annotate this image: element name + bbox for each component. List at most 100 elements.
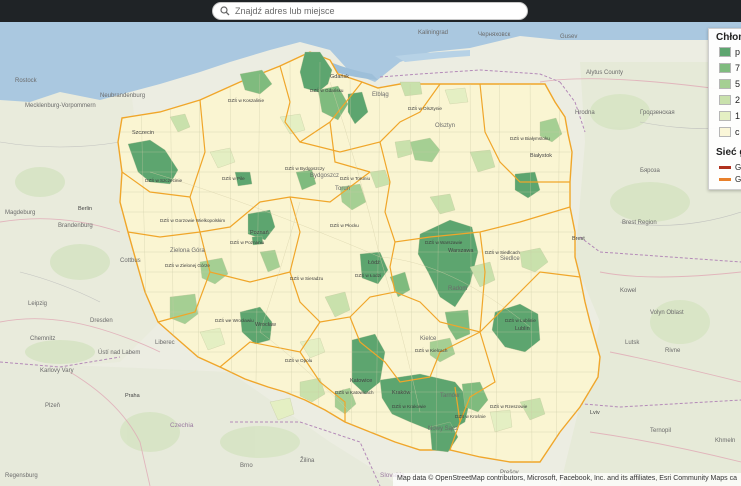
search-box[interactable] bbox=[212, 2, 528, 20]
district-label: DZŚ w Gorzowie Wielkopolskim bbox=[160, 216, 225, 223]
map-label: Czechia bbox=[170, 422, 194, 429]
district-label: DZŚ w Zielonej Górze bbox=[165, 261, 210, 268]
legend-swatch bbox=[719, 127, 731, 137]
legend-item-label: 5 bbox=[735, 79, 741, 89]
map-label: Łódź bbox=[368, 260, 380, 266]
map-label: Cottbus bbox=[120, 258, 141, 264]
map-label: Elbląg bbox=[372, 92, 389, 98]
map-label: Бяроза bbox=[640, 168, 661, 174]
map-label: Karlovy Vary bbox=[40, 368, 74, 374]
legend-item-label: p bbox=[735, 47, 741, 57]
legend-item: c bbox=[719, 127, 740, 137]
map-label: Warszawa bbox=[448, 248, 474, 254]
map-label: Regensburg bbox=[5, 473, 38, 479]
map-label: Kielce bbox=[420, 336, 437, 342]
district-label: DZŚ we Wrocławiu bbox=[215, 316, 254, 323]
map-label: Gusev bbox=[560, 34, 577, 40]
district-label: DZŚ w Bydgoszczy bbox=[285, 164, 325, 171]
legend-item: 1 bbox=[719, 111, 740, 121]
map-label: Гродзенская bbox=[640, 110, 675, 116]
map-label: Черняховск bbox=[478, 32, 511, 38]
district-label: DZŚ w Płocku bbox=[330, 221, 359, 228]
map-label: Białystok bbox=[530, 153, 552, 159]
search-input[interactable] bbox=[233, 6, 515, 16]
legend-item-label: 1 bbox=[735, 111, 741, 121]
legend-line bbox=[719, 178, 731, 181]
map-label: Ternopil bbox=[650, 428, 671, 434]
map-attribution[interactable]: Map data © OpenStreetMap contributors, M… bbox=[392, 473, 741, 486]
district-label: DZŚ w Łodzi bbox=[355, 271, 381, 278]
legend-item-label: 7 bbox=[735, 63, 741, 73]
map-label: Mecklenburg-Vorpommern bbox=[25, 103, 96, 109]
map-canvas[interactable]: Kaliningrad Черняховск Gusev Alytus Coun… bbox=[0, 22, 741, 486]
map-label: Brest bbox=[572, 236, 585, 242]
map-label: Magdeburg bbox=[5, 210, 35, 216]
map-label: Plzeň bbox=[45, 403, 60, 409]
map-label: Wrocław bbox=[255, 322, 276, 328]
map-label: Ústí nad Labem bbox=[98, 349, 140, 356]
map-label: Brno bbox=[240, 463, 253, 469]
legend-line-label: G bbox=[735, 163, 741, 172]
district-label: DZŚ w Lublinie bbox=[505, 316, 536, 323]
legend-line-label: G bbox=[735, 175, 741, 184]
district-label: DZŚ w Poznaniu bbox=[230, 238, 265, 245]
district-label: DZŚ w Katowicach bbox=[335, 388, 374, 395]
legend-item: 5 bbox=[719, 79, 740, 89]
legend-item-label: c bbox=[735, 127, 740, 137]
map-label: Siedlce bbox=[500, 256, 520, 262]
map-label: Liberec bbox=[155, 340, 175, 346]
legend-item: p bbox=[719, 47, 740, 57]
legend-network-title: Sieć g bbox=[716, 147, 741, 158]
district-label: DZŚ w Olsztynie bbox=[408, 104, 442, 111]
district-label: DZŚ w Siedlcach bbox=[485, 248, 520, 255]
district-label: DZŚ w Szczecinie bbox=[145, 176, 182, 183]
legend-line-item: G bbox=[719, 175, 741, 184]
map-label: Kaliningrad bbox=[418, 30, 448, 36]
map-label: Berlin bbox=[78, 206, 92, 212]
map-label: Chemnitz bbox=[30, 336, 55, 342]
map-label: Kowel bbox=[620, 288, 636, 294]
map-label: Lublin bbox=[515, 326, 530, 332]
map-label: Brandenburg bbox=[58, 223, 93, 229]
legend-swatch bbox=[719, 63, 731, 73]
district-label: DZŚ w Warszawie bbox=[425, 238, 463, 245]
district-label: DZŚ w Białymstoku bbox=[510, 134, 550, 141]
legend-title: Chłon bbox=[716, 32, 741, 43]
district-label: DZŚ w Kielcach bbox=[415, 346, 448, 353]
district-label: DZŚ w Rzeszowie bbox=[490, 402, 528, 409]
map-label: Žilina bbox=[300, 456, 315, 464]
map-label: Kraków bbox=[392, 390, 410, 396]
district-label: DZŚ w Opolu bbox=[285, 356, 313, 363]
map-label: Szczecin bbox=[132, 130, 154, 136]
district-label: DZŚ w Krośnie bbox=[455, 412, 486, 419]
map-label: Leipzig bbox=[28, 301, 47, 307]
district-label: DZŚ w Sieradzu bbox=[290, 274, 324, 281]
legend-swatch bbox=[719, 95, 731, 105]
map-label: Lutsk bbox=[625, 340, 640, 346]
map-label: Bydgoszcz bbox=[310, 173, 339, 179]
search-icon[interactable] bbox=[217, 3, 233, 19]
map-label: Radom bbox=[448, 286, 467, 292]
legend-panel: Chłon p 7 5 2 1 c Sieć g G G bbox=[708, 28, 741, 190]
legend-item-label: 2 bbox=[735, 95, 741, 105]
legend-item: 2 bbox=[719, 95, 740, 105]
map-label: Neubrandenburg bbox=[100, 93, 145, 99]
map-label: Hrodna bbox=[575, 110, 595, 116]
map-label: Nowy Sącz bbox=[428, 426, 458, 432]
district-label: DZŚ w Krakowie bbox=[392, 402, 426, 409]
basemap[interactable]: Kaliningrad Черняховск Gusev Alytus Coun… bbox=[0, 22, 741, 486]
map-label: Volyn Oblast bbox=[650, 310, 684, 316]
legend-line-item: G bbox=[719, 163, 741, 172]
legend-swatch bbox=[719, 47, 731, 57]
map-label: Praha bbox=[125, 393, 141, 399]
map-label: Dresden bbox=[90, 318, 113, 324]
map-label: Toruń bbox=[335, 186, 350, 192]
map-label: Katowice bbox=[350, 378, 372, 384]
map-label: Gdańsk bbox=[330, 74, 349, 80]
map-label: Khmeln bbox=[715, 438, 735, 444]
map-label: Tarnów bbox=[440, 393, 460, 399]
district-label: DZŚ w Gdańsku bbox=[310, 86, 344, 93]
district-label: DZŚ w Pile bbox=[222, 174, 245, 181]
legend-item: 7 bbox=[719, 63, 740, 73]
map-label: Olsztyn bbox=[435, 123, 455, 129]
